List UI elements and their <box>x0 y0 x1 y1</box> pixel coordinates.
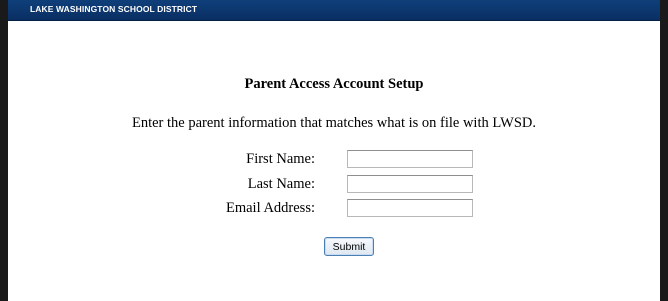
email-address-row: Email Address: <box>8 199 660 219</box>
account-setup-form: Parent Access Account Setup Enter the pa… <box>8 0 660 301</box>
submit-button[interactable]: Submit <box>324 237 374 256</box>
email-address-label: Email Address: <box>225 200 315 216</box>
form-instructions: Enter the parent information that matche… <box>131 115 536 131</box>
page-title: Parent Access Account Setup <box>244 76 424 92</box>
first-name-row: First Name: <box>8 150 660 170</box>
page-frame: LAKE WASHINGTON SCHOOL DISTRICT Parent A… <box>0 0 668 301</box>
last-name-row: Last Name: <box>8 175 660 195</box>
first-name-label: First Name: <box>246 151 315 167</box>
last-name-input[interactable] <box>347 175 473 193</box>
first-name-input[interactable] <box>347 150 473 168</box>
last-name-label: Last Name: <box>247 176 315 192</box>
email-address-input[interactable] <box>347 199 473 217</box>
